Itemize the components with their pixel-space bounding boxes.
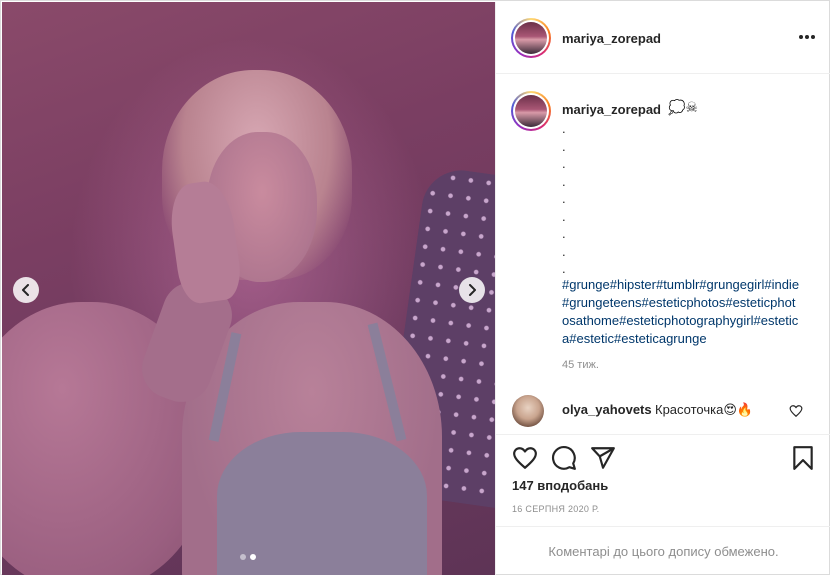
caption-avatar[interactable] <box>511 91 551 131</box>
save-button[interactable] <box>790 445 816 471</box>
bookmark-icon <box>793 446 813 470</box>
like-button[interactable] <box>512 445 538 471</box>
comments-limited-notice: Коментарі до цього допису обмежено. <box>496 526 830 575</box>
comment-icon <box>552 446 576 470</box>
author-avatar[interactable] <box>511 18 551 58</box>
caption: mariya_zorepad 💭☠ . . . . . . . . . #gru… <box>496 75 830 433</box>
chevron-right-icon <box>469 284 476 296</box>
caption-timestamp[interactable]: 45 тиж. <box>562 359 599 371</box>
commenter-username[interactable]: olya_yahovets <box>562 402 652 417</box>
post-date[interactable]: 16 СЕРПНЯ 2020 Р. <box>512 504 599 514</box>
next-slide-button[interactable] <box>459 277 485 303</box>
author-username[interactable]: mariya_zorepad <box>562 31 661 46</box>
more-icon <box>799 35 803 39</box>
action-bar <box>496 434 830 479</box>
more-options-button[interactable] <box>797 29 817 45</box>
share-icon <box>591 447 615 469</box>
caption-emojis: 💭☠ <box>668 99 698 115</box>
carousel-dot-active <box>250 554 256 560</box>
post-photo[interactable] <box>2 2 495 575</box>
heart-icon <box>513 447 537 469</box>
comment-text: Красоточка😍🔥 <box>655 402 754 417</box>
previous-slide-button[interactable] <box>13 277 39 303</box>
post-dialog: mariya_zorepad mariya_zorepad 💭☠ . . . .… <box>0 0 830 575</box>
caption-dots: . . . . . . . . . <box>562 121 566 276</box>
carousel-indicator <box>240 554 256 560</box>
post-sidebar: mariya_zorepad mariya_zorepad 💭☠ . . . .… <box>495 2 830 575</box>
share-button[interactable] <box>590 445 616 471</box>
likes-count[interactable]: 147 вподобань <box>512 478 608 493</box>
caption-username[interactable]: mariya_zorepad <box>562 102 661 117</box>
post-header: mariya_zorepad <box>496 2 830 74</box>
comment-button[interactable] <box>551 445 577 471</box>
comment-like-heart-icon[interactable] <box>789 404 803 418</box>
chevron-left-icon <box>22 284 29 296</box>
caption-hashtags[interactable]: #grunge#hipster#tumblr#grungegirl#indie#… <box>562 276 802 348</box>
carousel-dot <box>240 554 246 560</box>
comment-row: olya_yahovets Красоточка😍🔥 <box>496 392 830 432</box>
commenter-avatar[interactable] <box>512 395 544 427</box>
